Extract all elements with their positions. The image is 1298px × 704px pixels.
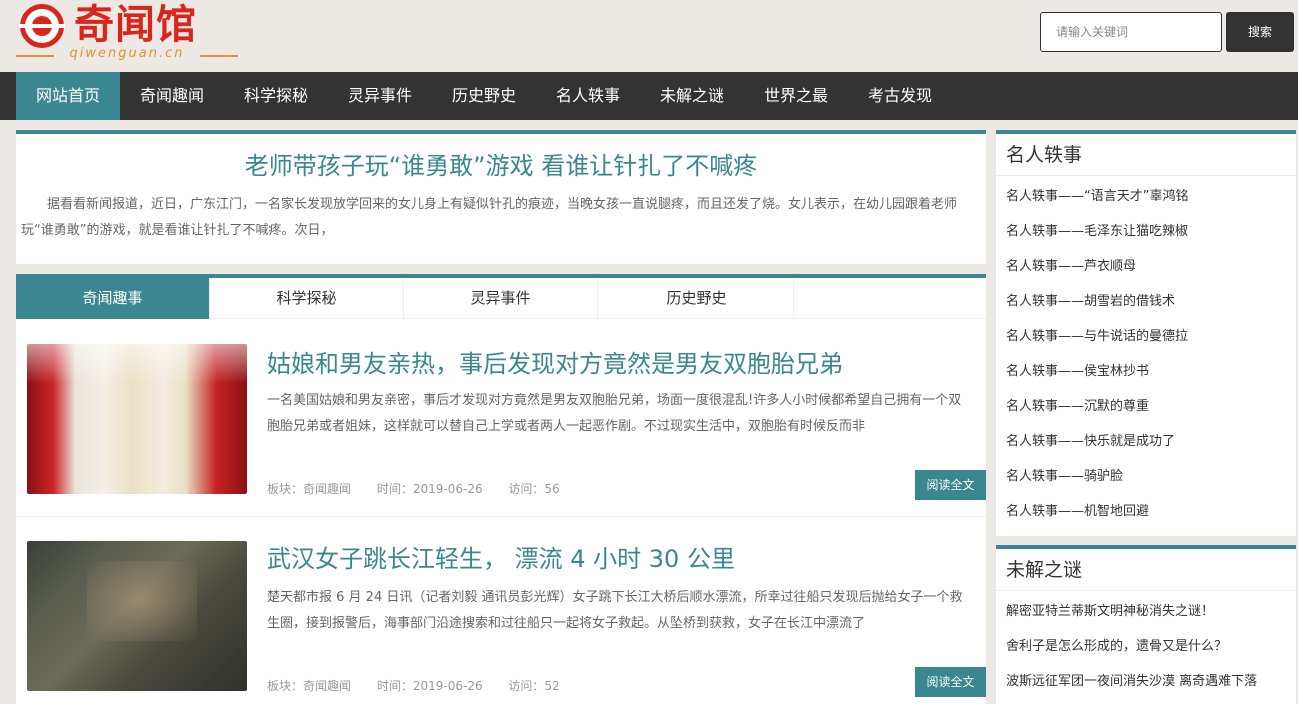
sidebar-link[interactable]: 名人轶事——毛泽东让猫吃辣椒 — [1006, 214, 1296, 249]
site-logo[interactable]: 奇闻馆 qiwenguan.cn — [16, 2, 238, 66]
nav-item-science[interactable]: 科学探秘 — [224, 72, 328, 120]
read-more-button[interactable]: 阅读全文 — [915, 667, 986, 697]
sidebar-mysteries: 未解之谜 解密亚特兰蒂斯文明神秘消失之谜！ 舍利子是怎么形成的，遗骨又是什么？ … — [996, 545, 1296, 704]
article-visits: 访问：56 — [508, 482, 560, 496]
sidebar-section-title: 未解之谜 — [996, 549, 1296, 591]
main-nav: 网站首页 奇闻趣闻 科学探秘 灵异事件 历史野史 名人轶事 未解之谜 世界之最 … — [0, 72, 1298, 120]
article-thumbnail[interactable] — [27, 541, 247, 691]
nav-item-history[interactable]: 历史野史 — [432, 72, 536, 120]
article-summary: 楚天都市报 6 月 24 日讯（记者刘毅 通讯员彭光辉）女子跳下长江大桥后顺水漂… — [267, 590, 963, 631]
logo-emblem-icon — [19, 4, 65, 48]
article-summary: 一名美国姑娘和男友亲密，事后才发现对方竟然是男友双胞胎兄弟，场面一度很混乱!许多… — [267, 393, 962, 434]
category-tabs: 奇闻趣事 科学探秘 灵异事件 历史野史 — [16, 278, 986, 319]
search-input[interactable]: 请输入关键词 — [1040, 12, 1222, 52]
sidebar-link-list: 解密亚特兰蒂斯文明神秘消失之谜！ 舍利子是怎么形成的，遗骨又是什么？ 波斯远征军… — [996, 591, 1296, 699]
list-item: 姑娘和男友亲热，事后发现对方竟然是男友双胞胎兄弟 一名美国姑娘和男友亲密，事后才… — [16, 320, 986, 500]
sidebar-link[interactable]: 名人轶事——侯宝林抄书 — [1006, 354, 1296, 389]
sidebar-link[interactable]: 名人轶事——快乐就是成功了 — [1006, 424, 1296, 459]
sidebar-link[interactable]: 名人轶事——机智地回避 — [1006, 494, 1296, 529]
article-board: 板块：奇闻趣闻 — [267, 679, 352, 693]
featured-headline-title[interactable]: 老师带孩子玩“谁勇敢”游戏 看谁让针扎了不喊疼 — [16, 146, 986, 181]
featured-headline: 老师带孩子玩“谁勇敢”游戏 看谁让针扎了不喊疼 据看看新闻报道，近日，广东江门，… — [16, 130, 986, 264]
sidebar-link[interactable]: 波斯远征军团一夜间消失沙漠 离奇遇难下落 — [1006, 664, 1296, 699]
nav-item-paranormal[interactable]: 灵异事件 — [328, 72, 432, 120]
article-visits: 访问：52 — [508, 679, 560, 693]
sidebar-link[interactable]: 名人轶事——骑驴脸 — [1006, 459, 1296, 494]
article-list-panel: 奇闻趣事 科学探秘 灵异事件 历史野史 姑娘和男友亲热，事后发现对方竟然是男友双… — [16, 274, 986, 704]
article-title[interactable]: 姑娘和男友亲热，事后发现对方竟然是男友双胞胎兄弟 — [267, 344, 843, 379]
article-time: 时间：2019-06-26 — [376, 679, 483, 693]
article-thumbnail[interactable] — [27, 344, 247, 494]
tab-science[interactable]: 科学探秘 — [210, 278, 404, 319]
sidebar-link[interactable]: 名人轶事——“语言天才”辜鸿铭 — [1006, 179, 1296, 214]
article-title[interactable]: 武汉女子跳长江轻生， 漂流 4 小时 30 公里 — [267, 539, 735, 574]
sidebar-link-list: 名人轶事——“语言天才”辜鸿铭 名人轶事——毛泽东让猫吃辣椒 名人轶事——芦衣顺… — [996, 176, 1296, 529]
sidebar-link[interactable]: 名人轶事——芦衣顺母 — [1006, 249, 1296, 284]
nav-item-mysteries[interactable]: 未解之谜 — [640, 72, 744, 120]
logo-domain: qiwenguan.cn — [69, 46, 185, 61]
sidebar-link[interactable]: 名人轶事——沉默的尊重 — [1006, 389, 1296, 424]
article-time: 时间：2019-06-26 — [376, 482, 483, 496]
tab-oddities[interactable]: 奇闻趣事 — [16, 278, 210, 319]
tab-paranormal[interactable]: 灵异事件 — [404, 278, 598, 319]
article-meta: 板块：奇闻趣闻 时间：2019-06-26 访问：52 — [267, 677, 582, 694]
featured-headline-summary: 据看看新闻报道，近日，广东江门，一名家长发现放学回来的女儿身上有疑似针孔的痕迹，… — [21, 197, 958, 238]
nav-item-celebrities[interactable]: 名人轶事 — [536, 72, 640, 120]
tab-history[interactable]: 历史野史 — [600, 278, 794, 319]
sidebar-section-title: 名人轶事 — [996, 134, 1296, 176]
nav-item-archaeology[interactable]: 考古发现 — [848, 72, 952, 120]
logo-text: 奇闻馆 — [74, 2, 197, 48]
logo-divider — [200, 55, 238, 57]
read-more-button[interactable]: 阅读全文 — [915, 470, 986, 500]
header: 奇闻馆 qiwenguan.cn 请输入关键词 搜索 — [0, 0, 1298, 72]
article-board: 板块：奇闻趣闻 — [267, 482, 352, 496]
nav-item-oddities[interactable]: 奇闻趣闻 — [120, 72, 224, 120]
sidebar-link[interactable]: 解密亚特兰蒂斯文明神秘消失之谜！ — [1006, 594, 1296, 629]
sidebar-link[interactable]: 舍利子是怎么形成的，遗骨又是什么？ — [1006, 629, 1296, 664]
article-meta: 板块：奇闻趣闻 时间：2019-06-26 访问：56 — [267, 480, 582, 497]
sidebar-celebrities: 名人轶事 名人轶事——“语言天才”辜鸿铭 名人轶事——毛泽东让猫吃辣椒 名人轶事… — [996, 130, 1296, 536]
nav-item-world-records[interactable]: 世界之最 — [744, 72, 848, 120]
sidebar-link[interactable]: 名人轶事——与牛说话的曼德拉 — [1006, 319, 1296, 354]
sidebar-link[interactable]: 名人轶事——胡雪岩的借钱术 — [1006, 284, 1296, 319]
search-button[interactable]: 搜索 — [1226, 12, 1294, 52]
list-item: 武汉女子跳长江轻生， 漂流 4 小时 30 公里 楚天都市报 6 月 24 日讯… — [16, 516, 986, 697]
nav-item-home[interactable]: 网站首页 — [16, 72, 120, 120]
